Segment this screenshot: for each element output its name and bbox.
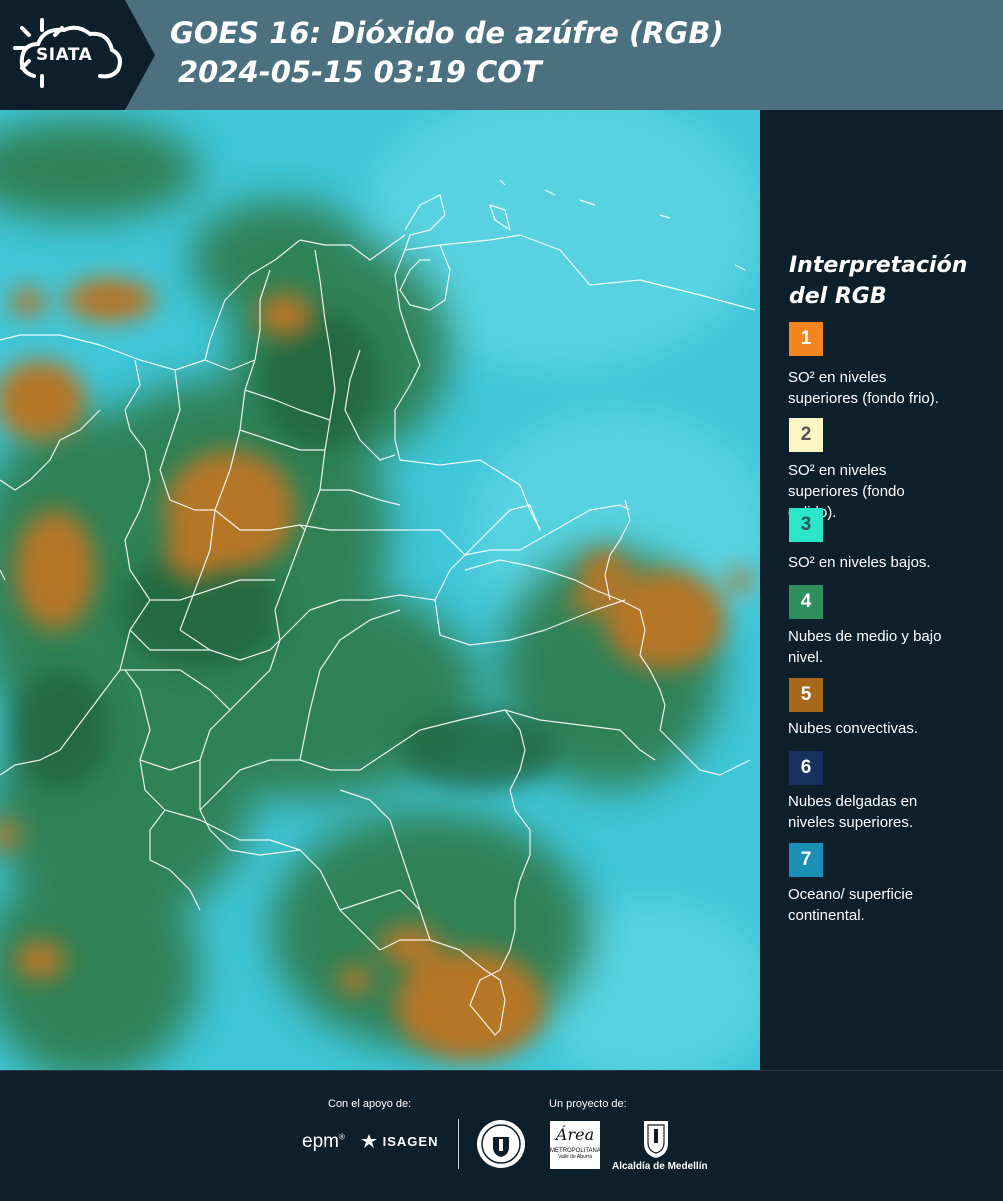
legend-line: nivel. bbox=[788, 649, 824, 666]
legend-panel: Interpretación del RGB 1 SO² en niveles … bbox=[760, 110, 1003, 1070]
project-label: Un proyecto de: bbox=[549, 1098, 627, 1110]
header-bar: SIATA GOES 16: Dióxido de azúfre (RGB) 2… bbox=[0, 0, 1003, 110]
epm-text: epm bbox=[302, 1131, 339, 1152]
legend-swatch-5: 5 bbox=[789, 678, 823, 712]
legend-line: superiores (fondo frio). bbox=[788, 390, 939, 407]
legend-number: 1 bbox=[800, 328, 812, 349]
legend-line: SO² en niveles bbox=[788, 462, 887, 479]
legend-number: 2 bbox=[800, 424, 812, 445]
legend-line: niveles superiores. bbox=[788, 814, 914, 831]
legend-line: SO² en niveles bbox=[788, 369, 887, 386]
legend-number: 5 bbox=[800, 684, 812, 705]
legend-title-line2: del RGB bbox=[789, 284, 887, 309]
alcaldia-text[interactable]: Alcaldía de Medellín bbox=[612, 1161, 708, 1172]
support-label: Con el apoyo de: bbox=[328, 1098, 412, 1110]
legend-swatch-2: 2 bbox=[789, 418, 823, 452]
legend-text-6: Nubes delgadas en niveles superiores. bbox=[788, 791, 978, 833]
legend-swatch-6: 6 bbox=[789, 751, 823, 785]
legend-line: Oceano/ superficie bbox=[788, 886, 914, 903]
isagen-logo[interactable]: ISAGEN bbox=[360, 1133, 438, 1149]
isagen-mark-icon bbox=[361, 1134, 377, 1148]
legend-line: Nubes delgadas en bbox=[788, 793, 918, 810]
legend-text-7: Oceano/ superficie continental. bbox=[788, 884, 978, 926]
area-metropolitana-logo[interactable]: Área METROPOLITANA Valle de Aburrá bbox=[550, 1121, 601, 1169]
satellite-map bbox=[0, 110, 760, 1070]
legend-line: superiores (fondo bbox=[788, 483, 905, 500]
legend-text-4: Nubes de medio y bajo nivel. bbox=[788, 626, 978, 668]
legend-number: 4 bbox=[800, 591, 812, 612]
area-word: Área bbox=[555, 1125, 595, 1144]
legend-line: Nubes convectivas. bbox=[788, 720, 919, 737]
isagen-text: ISAGEN bbox=[382, 1134, 439, 1149]
legend-text-3: SO² en niveles bajos. bbox=[788, 552, 978, 573]
alcaldia-shield-icon bbox=[644, 1121, 668, 1158]
timestamp: 2024-05-15 03:19 COT bbox=[178, 55, 542, 89]
rgb-satellite-image bbox=[0, 110, 760, 1070]
legend-line: SO² en niveles bajos. bbox=[788, 554, 931, 571]
medellin-seal-icon[interactable] bbox=[476, 1119, 526, 1169]
legend-text-1: SO² en niveles superiores (fondo frio). bbox=[788, 367, 978, 409]
legend-swatch-1: 1 bbox=[789, 322, 823, 356]
legend-line: Nubes de medio y bajo bbox=[788, 628, 942, 645]
footer-divider bbox=[458, 1119, 459, 1169]
legend-title-line1: Interpretación bbox=[789, 253, 968, 278]
legend-title: Interpretación del RGB bbox=[789, 250, 967, 312]
legend-text-5: Nubes convectivas. bbox=[788, 718, 978, 739]
legend-swatch-4: 4 bbox=[789, 585, 823, 619]
page-title: GOES 16: Dióxido de azúfre (RGB) bbox=[170, 16, 724, 50]
legend-line: continental. bbox=[788, 907, 865, 924]
logo-text: SIATA bbox=[36, 45, 93, 65]
legend-number: 7 bbox=[800, 849, 812, 870]
legend-swatch-7: 7 bbox=[789, 843, 823, 877]
siata-logo[interactable]: SIATA bbox=[0, 0, 155, 110]
epm-logo[interactable]: epm® bbox=[302, 1131, 345, 1153]
footer: Con el apoyo de: Un proyecto de: epm® IS… bbox=[0, 1070, 1003, 1201]
area-sub2: Valle de Aburrá bbox=[558, 1154, 592, 1160]
legend-number: 6 bbox=[800, 757, 812, 778]
legend-swatch-3: 3 bbox=[789, 508, 823, 542]
legend-number: 3 bbox=[800, 514, 812, 535]
